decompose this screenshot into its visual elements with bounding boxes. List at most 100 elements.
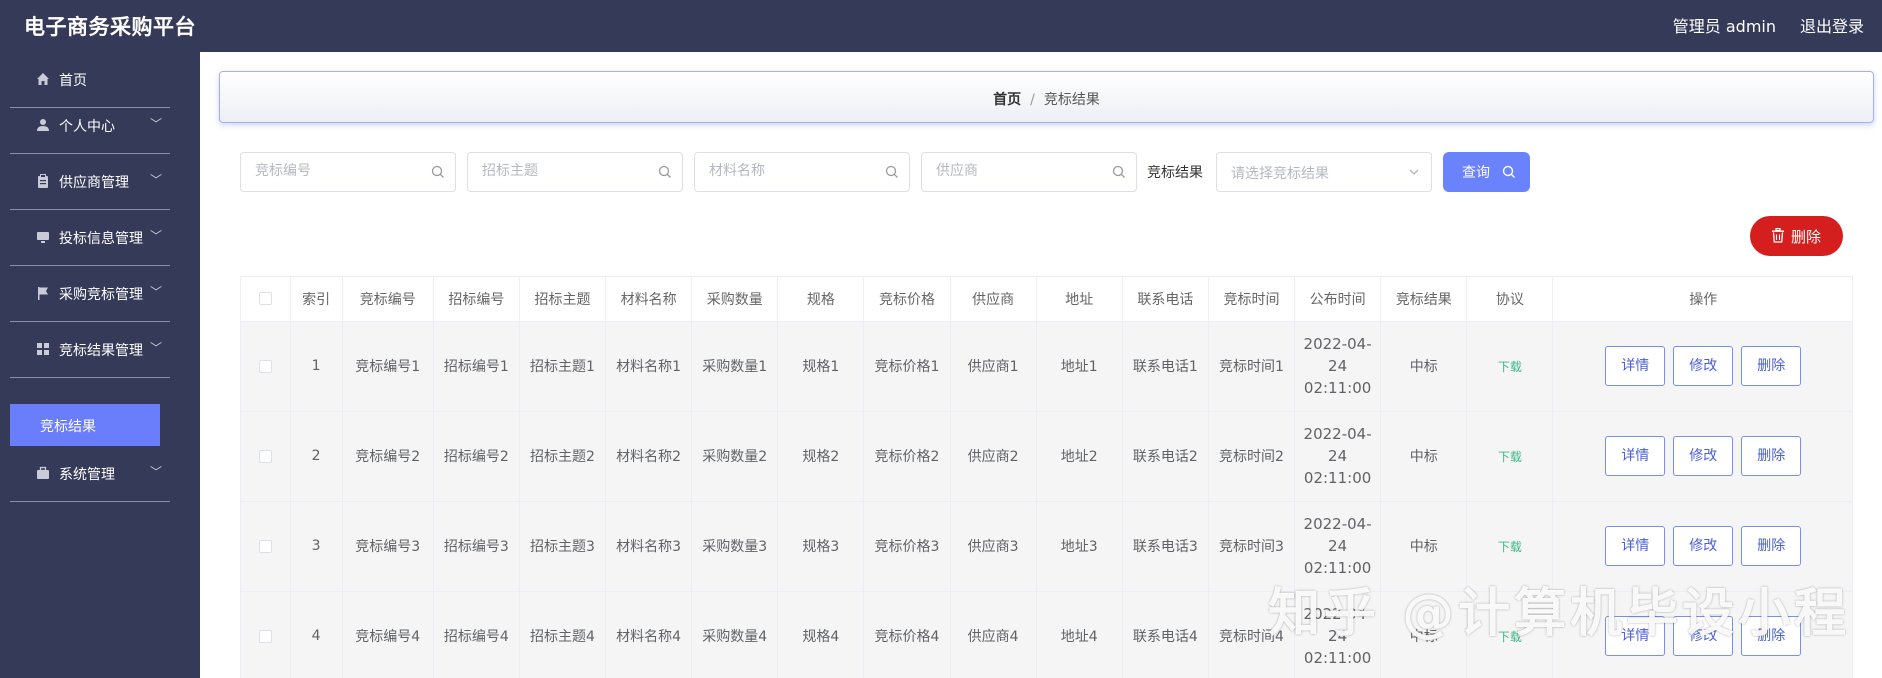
cell-topic: 招标主题1 [519,321,607,412]
detail-button[interactable]: 详情 [1605,436,1666,476]
breadcrumb-home[interactable]: 首页 [993,92,1021,108]
edit-button[interactable]: 修改 [1673,436,1734,476]
sidebar-item-bid-result-management[interactable]: 竞标结果管理 ﹀ [10,322,170,378]
sidebar-item-label: 系统管理 [59,467,115,483]
material-input[interactable] [709,153,889,189]
search-icon [1502,165,1515,178]
monitor-icon [37,232,49,243]
column-header: 协议 [1466,277,1554,322]
supplier-search-field[interactable] [921,152,1137,192]
sidebar-item-supplier-management[interactable]: 供应商管理 ﹀ [10,154,170,210]
row-checkbox[interactable] [258,539,272,553]
bid-no-input[interactable] [255,153,435,189]
cell-result: 中标 [1380,321,1468,412]
cell-address: 地址2 [1036,411,1123,502]
cell-topic: 招标主题3 [519,501,607,592]
cell-supplier: 供应商4 [950,591,1037,678]
cell-qty: 采购数量3 [691,501,779,592]
sidebar-item-label: 竞标结果管理 [59,343,143,359]
row-select-cell [241,501,291,592]
cell-topic: 招标主题2 [519,411,607,502]
supplier-input[interactable] [936,153,1116,189]
sidebar-item-label: 采购竞标管理 [59,287,143,303]
cell-address: 地址3 [1036,501,1123,592]
download-link[interactable]: 下载 [1498,450,1522,464]
cell-qty: 采购数量2 [691,411,779,502]
cell-result: 中标 [1380,411,1468,502]
chevron-down-icon: ﹀ [150,465,163,479]
breadcrumb: 首页 / 竞标结果 [220,89,1873,109]
detail-button[interactable]: 详情 [1605,346,1666,386]
column-header: 索引 [290,277,343,322]
cell-bid-no: 竞标编号1 [342,321,434,412]
bid-result-select-placeholder: 请选择竞标结果 [1231,166,1329,182]
chevron-down-icon: ﹀ [150,341,163,355]
select-all-checkbox[interactable] [258,292,272,306]
cell-material: 材料名称4 [605,591,693,678]
trash-icon [1772,228,1784,243]
grid-icon [37,343,49,355]
cell-spec: 规格1 [777,321,865,412]
sidebar-item-personal-center[interactable]: 个人中心 ﹀ [10,98,170,154]
column-header: 操作 [1552,277,1852,322]
cell-price: 竞标价格3 [863,501,951,592]
sidebar-item-bid-info-management[interactable]: 投标信息管理 ﹀ [10,210,170,266]
cell-supplier: 供应商2 [950,411,1037,502]
watermark: 知乎 @计算机毕设小程 [1268,584,1851,644]
chevron-down-icon: ﹀ [150,117,163,131]
table-header-row: 索引 竞标编号 招标编号 招标主题 材料名称 采购数量 规格 竞标价格 供应商 … [241,277,1852,322]
briefcase-icon [37,466,49,479]
column-header: 地址 [1036,277,1123,322]
download-link[interactable]: 下载 [1498,540,1522,554]
breadcrumb-current: 竞标结果 [1043,92,1100,108]
logout-button[interactable]: 退出登录 [1800,13,1864,37]
cell-phone: 联系电话3 [1122,501,1209,592]
delete-button[interactable]: 删除 [1741,526,1802,566]
column-header: 竞标时间 [1208,277,1296,322]
cell-address: 地址1 [1036,321,1123,412]
cell-topic: 招标主题4 [519,591,607,678]
cell-address: 地址4 [1036,591,1123,678]
cell-phone: 联系电话2 [1122,411,1209,502]
cell-tender-no: 招标编号2 [433,411,520,502]
row-checkbox[interactable] [258,449,272,463]
search-icon [658,165,671,178]
cell-spec: 规格2 [777,411,865,502]
chevron-down-icon: ﹀ [150,229,163,243]
flag-icon [38,287,48,300]
edit-button[interactable]: 修改 [1673,346,1734,386]
cell-tender-no: 招标编号4 [433,591,520,678]
delete-button[interactable]: 删除 [1741,436,1802,476]
download-link[interactable]: 下载 [1498,360,1522,374]
cell-material: 材料名称3 [605,501,693,592]
cell-spec: 规格4 [777,591,865,678]
sidebar-item-system-management[interactable]: 系统管理 ﹀ [10,446,170,502]
table-row: 1 竞标编号1 招标编号1 招标主题1 材料名称1 采购数量1 规格1 竞标价格… [241,321,1852,412]
sidebar-item-procurement-bid-management[interactable]: 采购竞标管理 ﹀ [10,266,170,322]
delete-button[interactable]: 删除 [1741,346,1802,386]
cell-qty: 采购数量1 [691,321,779,412]
query-button[interactable]: 查询 [1443,152,1530,192]
cell-bid-no: 竞标编号2 [342,411,434,502]
batch-delete-button[interactable]: 删除 [1750,216,1843,256]
row-checkbox[interactable] [258,359,272,373]
breadcrumb-separator: / [1030,92,1035,108]
edit-button[interactable]: 修改 [1673,526,1734,566]
cell-publish-time: 2022-04-24 02:11:00 [1294,321,1382,412]
tender-topic-search-field[interactable] [467,152,683,192]
bid-result-select[interactable]: 请选择竞标结果 [1216,152,1432,192]
cell-actions: 详情 修改 删除 [1552,321,1852,412]
sidebar-subitem-bid-result[interactable]: 竞标结果 [10,404,160,446]
cell-bid-time: 竞标时间2 [1208,411,1296,502]
row-checkbox[interactable] [258,629,272,643]
column-header: 竞标价格 [863,277,951,322]
cell-price: 竞标价格4 [863,591,951,678]
material-search-field[interactable] [694,152,910,192]
breadcrumb-bar: 首页 / 竞标结果 [219,71,1874,123]
column-header: 招标编号 [433,277,520,322]
cell-price: 竞标价格1 [863,321,951,412]
tender-topic-input[interactable] [482,153,662,189]
home-icon [37,73,49,85]
bid-no-search-field[interactable] [240,152,456,192]
detail-button[interactable]: 详情 [1605,526,1666,566]
